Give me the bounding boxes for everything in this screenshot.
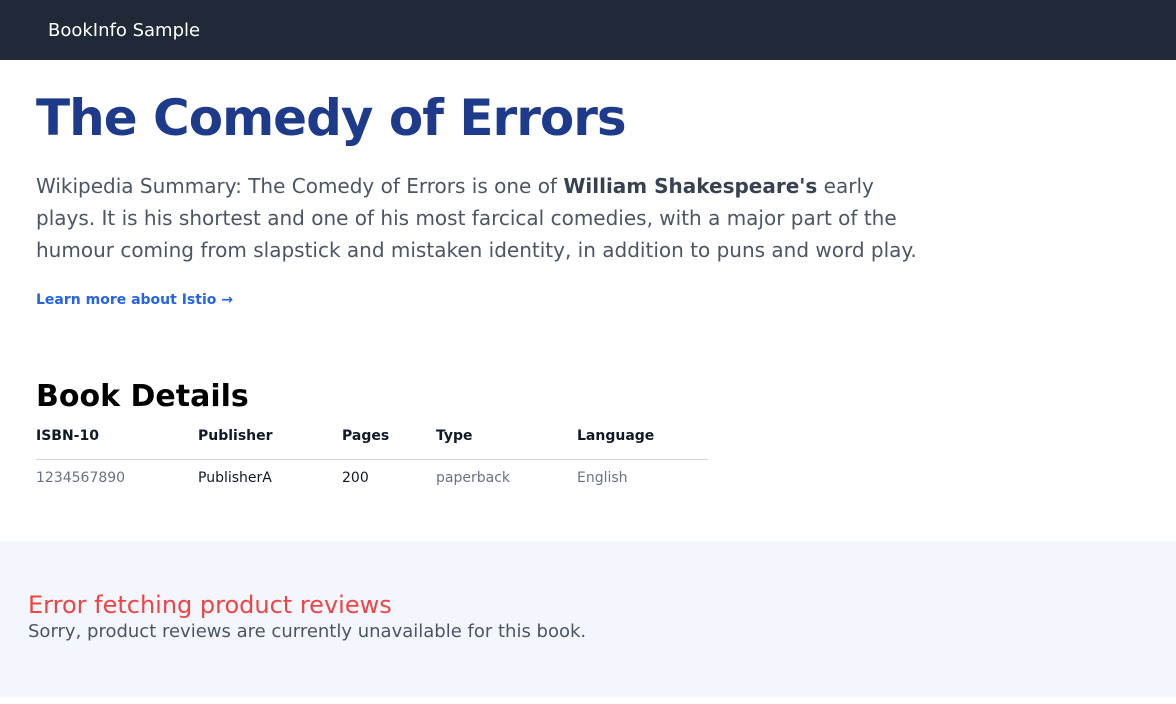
- cell-publisher: PublisherA: [198, 470, 272, 486]
- reviews-error-message: Sorry, product reviews are currently una…: [28, 621, 587, 642]
- main-content: The Comedy of Errors Wikipedia Summary: …: [0, 91, 1176, 500]
- reviews-error-title: Error fetching product reviews: [28, 591, 392, 619]
- cell-language: English: [577, 470, 628, 486]
- cell-pages: 200: [342, 470, 369, 486]
- book-title: The Comedy of Errors: [36, 89, 627, 147]
- table-header-row: ISBN-10 Publisher Pages Type Language: [36, 428, 708, 460]
- column-header-pages: Pages: [342, 428, 436, 460]
- summary-prefix: Wikipedia Summary: The Comedy of Errors …: [36, 174, 564, 198]
- summary-author: William Shakespeare's: [563, 174, 818, 198]
- column-header-publisher: Publisher: [198, 428, 342, 460]
- reviews-section: Error fetching product reviews Sorry, pr…: [0, 541, 1176, 697]
- cell-isbn: 1234567890: [36, 470, 126, 486]
- cell-type: paperback: [436, 470, 510, 486]
- book-details-table: ISBN-10 Publisher Pages Type Language 12…: [36, 428, 708, 500]
- table-row: 1234567890 PublisherA 200 paperback Engl…: [36, 460, 708, 500]
- top-navbar: BookInfo Sample: [0, 0, 1176, 60]
- book-summary: Wikipedia Summary: The Comedy of Errors …: [36, 170, 936, 266]
- brand-title[interactable]: BookInfo Sample: [48, 20, 200, 41]
- column-header-type: Type: [436, 428, 577, 460]
- column-header-isbn: ISBN-10: [36, 428, 198, 460]
- column-header-language: Language: [577, 428, 708, 460]
- book-details-heading: Book Details: [36, 379, 249, 414]
- learn-more-link[interactable]: Learn more about Istio →: [36, 292, 233, 308]
